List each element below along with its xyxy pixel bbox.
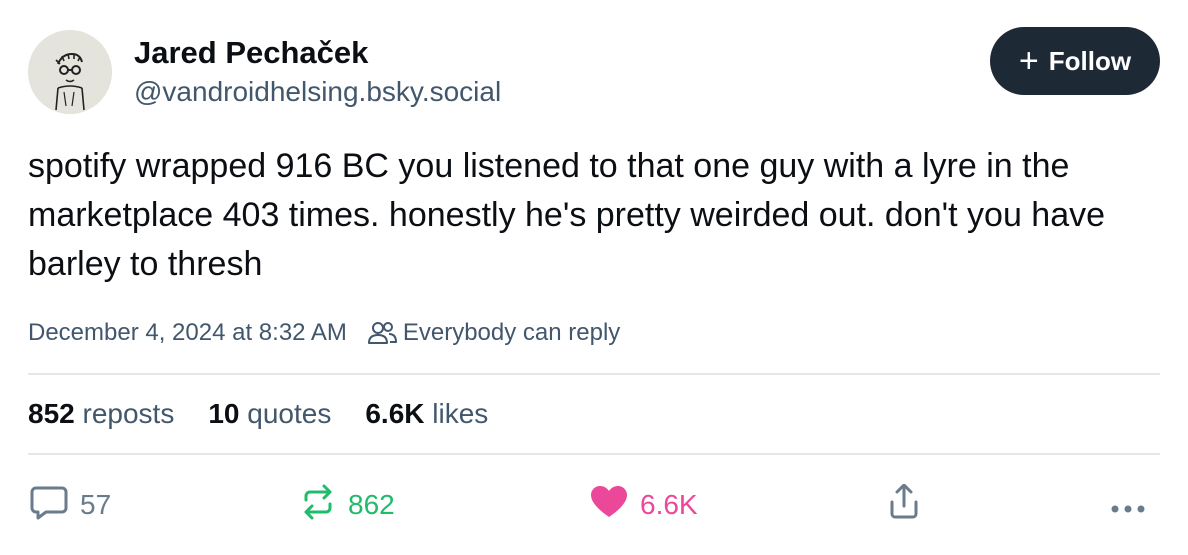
- follow-button[interactable]: + Follow: [990, 27, 1160, 95]
- quotes-label: quotes: [247, 398, 332, 429]
- likes-stat[interactable]: 6.6K likes: [365, 398, 488, 430]
- follow-button-label: Follow: [1048, 45, 1132, 76]
- avatar-drawing: [28, 30, 112, 114]
- avatar[interactable]: [28, 30, 112, 114]
- repost-count: 862: [348, 489, 395, 520]
- quotes-count: 10: [208, 398, 240, 429]
- share-button[interactable]: [888, 483, 920, 527]
- heart-icon: [590, 485, 628, 526]
- author-display-name[interactable]: Jared Pechaček: [134, 34, 501, 72]
- reposts-stat[interactable]: 852 reposts: [28, 398, 174, 430]
- share-icon: [888, 483, 920, 527]
- author-names: Jared Pechaček @vandroidhelsing.bsky.soc…: [134, 34, 501, 110]
- ellipsis-icon: [1110, 489, 1146, 521]
- repost-button[interactable]: 862: [300, 484, 395, 527]
- reply-count: 57: [80, 489, 112, 520]
- post-card: Jared Pechaček @vandroidhelsing.bsky.soc…: [28, 27, 1160, 555]
- like-button[interactable]: 6.6K: [590, 485, 698, 526]
- plus-icon: +: [1018, 42, 1039, 80]
- quotes-stat[interactable]: 10 quotes: [208, 398, 331, 430]
- reply-button[interactable]: 57: [30, 484, 111, 527]
- reply-setting[interactable]: Everybody can reply: [403, 319, 620, 347]
- reposts-label: reposts: [82, 398, 175, 429]
- post-meta: December 4, 2024 at 8:32 AM Everybody ca…: [28, 315, 1160, 351]
- more-options-button[interactable]: [1110, 489, 1146, 521]
- people-icon: [367, 320, 397, 346]
- post-text: spotify wrapped 916 BC you listened to t…: [28, 147, 1106, 283]
- author-handle[interactable]: @vandroidhelsing.bsky.social: [134, 74, 501, 110]
- reposts-count: 852: [28, 398, 75, 429]
- post-timestamp[interactable]: December 4, 2024 at 8:32 AM: [28, 319, 347, 347]
- likes-label: likes: [432, 398, 489, 429]
- like-count: 6.6K: [640, 489, 698, 520]
- speech-bubble-icon: [30, 484, 68, 527]
- likes-count: 6.6K: [365, 398, 425, 429]
- post-stats: 852 reposts 10 quotes 6.6K likes: [28, 375, 1160, 453]
- repost-arrows-icon: [300, 484, 336, 527]
- post-actions: 57 862 6.6K: [28, 455, 1160, 555]
- post-header: Jared Pechaček @vandroidhelsing.bsky.soc…: [28, 27, 1160, 116]
